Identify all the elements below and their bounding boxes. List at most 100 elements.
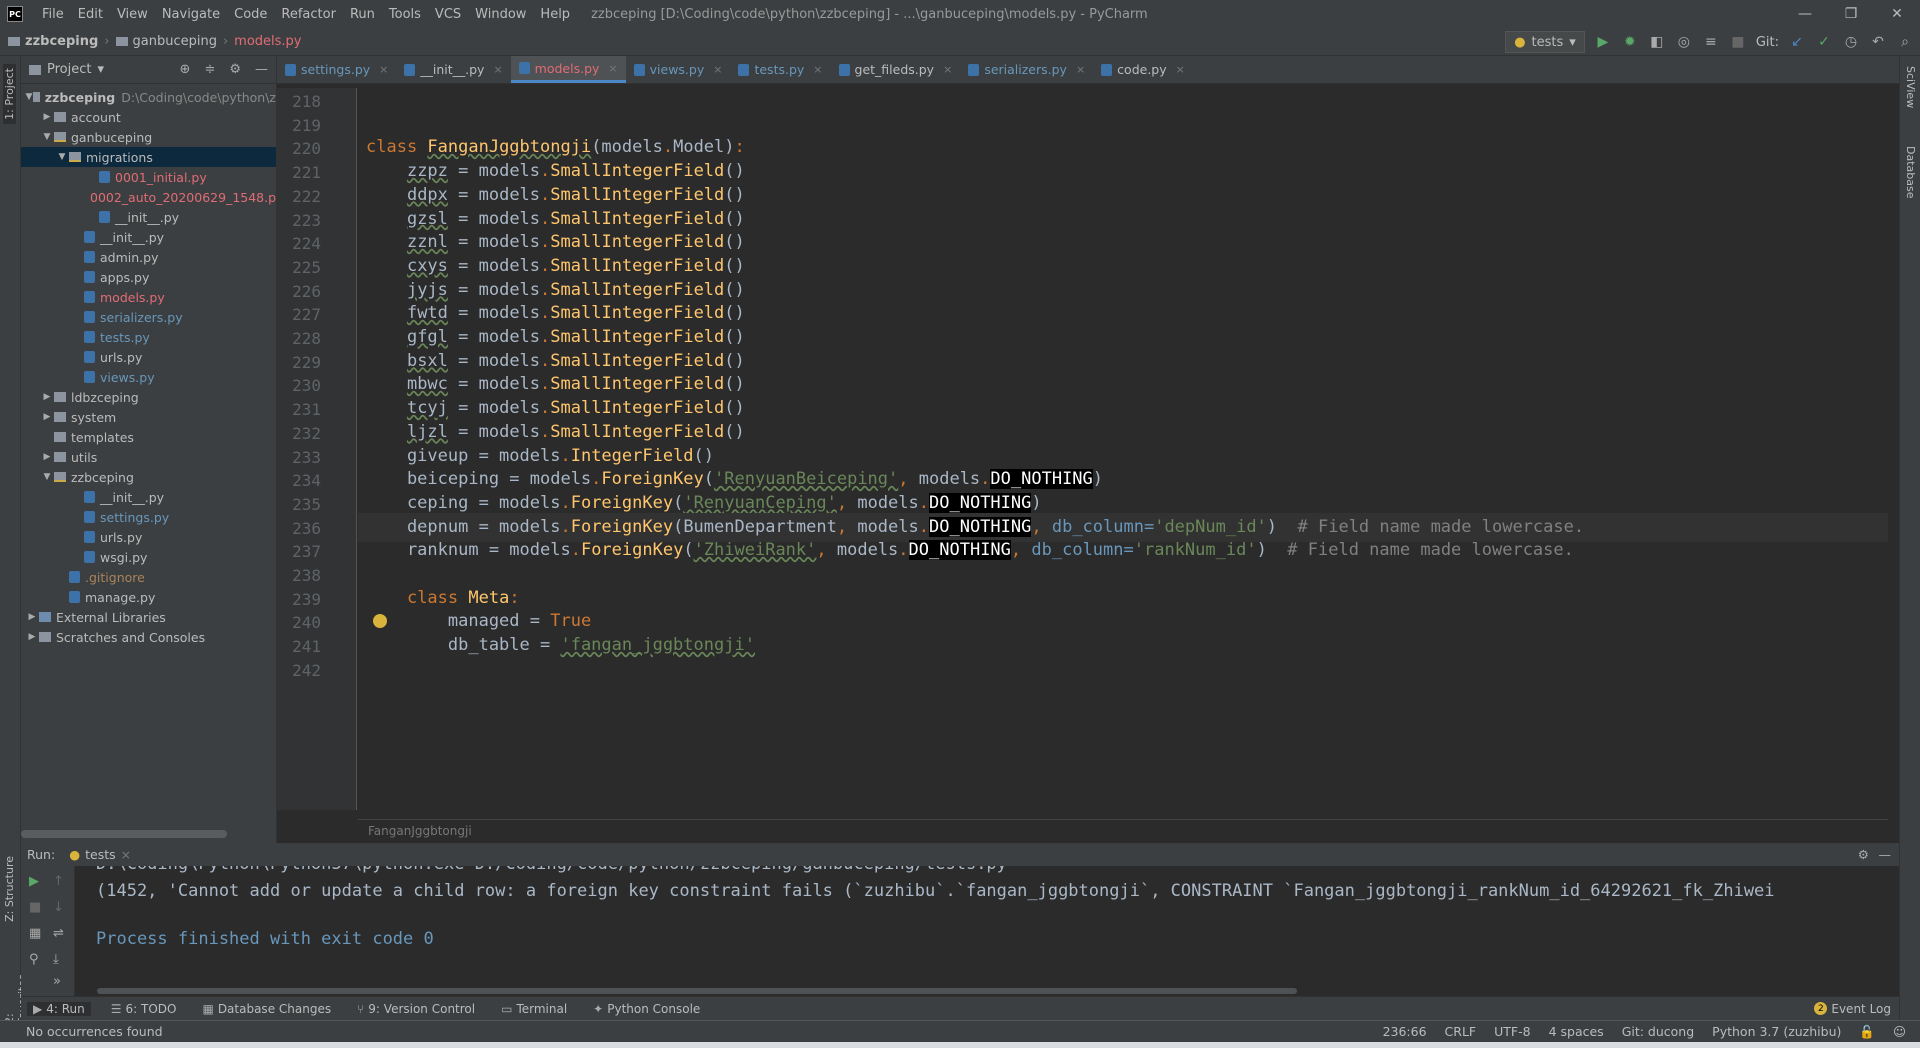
tree-item[interactable]: 0001_initial.py (21, 167, 276, 187)
tree-item[interactable]: ▶ system (21, 407, 276, 427)
tool-tab-terminal[interactable]: ▭ Terminal (495, 1002, 573, 1016)
line-separator[interactable]: CRLF (1445, 1024, 1477, 1040)
event-log-button[interactable]: 2 Event Log (1814, 1002, 1891, 1016)
menu-refactor[interactable]: Refactor (274, 7, 343, 22)
tree-item[interactable]: ▶ Scratches and Consoles (21, 627, 276, 647)
rerun-icon[interactable]: ▶ (29, 874, 39, 889)
history-icon[interactable]: ◷ (1842, 34, 1860, 50)
collapse-icon[interactable]: ≑ (204, 62, 215, 77)
tree-item[interactable]: serializers.py (21, 307, 276, 327)
run-tab-tests[interactable]: ● tests × (63, 847, 137, 862)
tab-models-py[interactable]: models.py × (510, 56, 626, 83)
menu-navigate[interactable]: Navigate (155, 7, 227, 22)
menu-window[interactable]: Window (468, 7, 533, 22)
run-console[interactable]: D:\Coding\Python\Python37\python.exe D:/… (76, 866, 1899, 996)
tree-item[interactable]: ▼ zzbceping (21, 467, 276, 487)
tree-item[interactable]: ▼ ganbuceping (21, 127, 276, 147)
chevron-icon[interactable]: ▶ (25, 612, 39, 622)
coverage-icon[interactable]: ◧ (1648, 34, 1666, 50)
chevron-down-icon[interactable]: ▾ (97, 62, 104, 77)
tree-item[interactable]: models.py (21, 287, 276, 307)
tree-item[interactable]: templates (21, 427, 276, 447)
chevron-icon[interactable]: ▶ (40, 392, 54, 402)
tree-item[interactable]: wsgi.py (21, 547, 276, 567)
chevron-icon[interactable]: ▶ (40, 112, 54, 122)
debug-icon[interactable]: ✹ (1621, 34, 1639, 50)
scroll-end-icon[interactable]: ⤓ (53, 952, 59, 967)
tree-item[interactable]: tests.py (21, 327, 276, 347)
tool-tab-9-version-control[interactable]: ⑂ 9: Version Control (351, 1002, 481, 1016)
minimize-button[interactable]: — (1782, 0, 1828, 28)
chevron-icon[interactable]: ▶ (25, 632, 39, 642)
git-commit-icon[interactable]: ✓ (1815, 34, 1833, 50)
project-panel-title[interactable]: Project (47, 62, 91, 77)
file-encoding[interactable]: UTF-8 (1494, 1024, 1530, 1040)
locate-icon[interactable]: ⊕ (180, 62, 191, 77)
close-icon[interactable]: × (1176, 63, 1185, 76)
tree-item[interactable]: apps.py (21, 267, 276, 287)
code-line[interactable] (358, 655, 1888, 684)
tree-item[interactable]: __init__.py (21, 207, 276, 227)
sciview-tool-tab[interactable]: SciView (1904, 66, 1917, 108)
code-editor[interactable]: class FanganJggbtongji(models.Model): zz… (358, 88, 1888, 810)
indent-setting[interactable]: 4 spaces (1549, 1024, 1604, 1040)
database-tool-tab[interactable]: Database (1904, 146, 1917, 199)
git-update-icon[interactable]: ↙ (1788, 34, 1806, 50)
close-icon[interactable]: × (813, 63, 822, 76)
menu-view[interactable]: View (110, 7, 155, 22)
structure-tool-tab[interactable]: Z: Structure (3, 856, 16, 922)
menu-help[interactable]: Help (533, 7, 577, 22)
caret-position[interactable]: 236:66 (1383, 1024, 1427, 1040)
gear-icon[interactable]: ⚙ (229, 62, 241, 77)
tree-item[interactable]: views.py (21, 367, 276, 387)
tool-tab-database-changes[interactable]: ▦ Database Changes (196, 1002, 337, 1016)
tab-get-fileds-py[interactable]: get_fileds.py × (831, 56, 961, 83)
chevron-icon[interactable]: ▶ (40, 412, 54, 422)
tree-item[interactable]: urls.py (21, 347, 276, 367)
tree-item[interactable]: urls.py (21, 527, 276, 547)
tree-item[interactable]: .gitignore (21, 567, 276, 587)
chevron-icon[interactable]: ▼ (55, 152, 69, 162)
chevron-icon[interactable]: ▼ (40, 472, 54, 482)
tree-item[interactable]: admin.py (21, 247, 276, 267)
editor-breadcrumb[interactable]: FanganJggbtongji (358, 819, 1888, 841)
menu-run[interactable]: Run (343, 7, 382, 22)
pin-icon[interactable]: ⚲ (29, 952, 39, 967)
down-icon[interactable]: ↓ (53, 900, 64, 915)
tab-serializers-py[interactable]: serializers.py × (960, 56, 1093, 83)
run-icon[interactable]: ▶ (1594, 34, 1612, 50)
project-tool-tab[interactable]: 1: Project (3, 64, 16, 124)
tree-item[interactable]: manage.py (21, 587, 276, 607)
menu-vcs[interactable]: VCS (428, 7, 468, 22)
tree-item[interactable]: ▶ ldbzceping (21, 387, 276, 407)
tree-item[interactable]: ▶ account (21, 107, 276, 127)
tab-code-py[interactable]: code.py × (1093, 56, 1193, 83)
tree-item[interactable]: __init__.py (21, 487, 276, 507)
chevron-icon[interactable]: ▶ (40, 452, 54, 462)
tree-item[interactable]: ▼ zzbceping D:\Coding\code\python\z (21, 87, 276, 107)
close-icon[interactable]: × (943, 63, 952, 76)
git-branch[interactable]: Git: ducong (1622, 1024, 1694, 1040)
hide-icon[interactable]: — (255, 62, 268, 77)
build-icon[interactable]: ≡ (1702, 34, 1720, 50)
profile-icon[interactable]: ◎ (1675, 34, 1693, 50)
tree-item[interactable]: 0002_auto_20200629_1548.p (21, 187, 276, 207)
layout-icon[interactable]: ▦ (29, 926, 41, 941)
tab-init-py[interactable]: __init__.py × (396, 56, 510, 83)
close-button[interactable]: ✕ (1874, 0, 1920, 28)
lock-icon[interactable]: 🔓 (1859, 1024, 1875, 1040)
close-icon[interactable]: × (379, 63, 388, 76)
menu-tools[interactable]: Tools (382, 7, 428, 22)
close-icon[interactable]: × (713, 63, 722, 76)
tool-tab-python-console[interactable]: ✦ Python Console (587, 1002, 706, 1016)
close-icon[interactable]: × (608, 62, 617, 75)
menu-code[interactable]: Code (227, 7, 274, 22)
tree-item[interactable]: ▶ External Libraries (21, 607, 276, 627)
stop-icon[interactable]: ■ (1729, 34, 1747, 50)
run-config-select[interactable]: ● tests ▾ (1505, 31, 1585, 53)
restore-button[interactable]: ❐ (1828, 0, 1874, 28)
breadcrumb-file[interactable]: models.py (234, 34, 301, 49)
tool-tab-6-todo[interactable]: ☰ 6: TODO (105, 1002, 183, 1016)
chevron-icon[interactable]: ▼ (40, 132, 54, 142)
console-scrollbar[interactable] (97, 988, 1297, 994)
